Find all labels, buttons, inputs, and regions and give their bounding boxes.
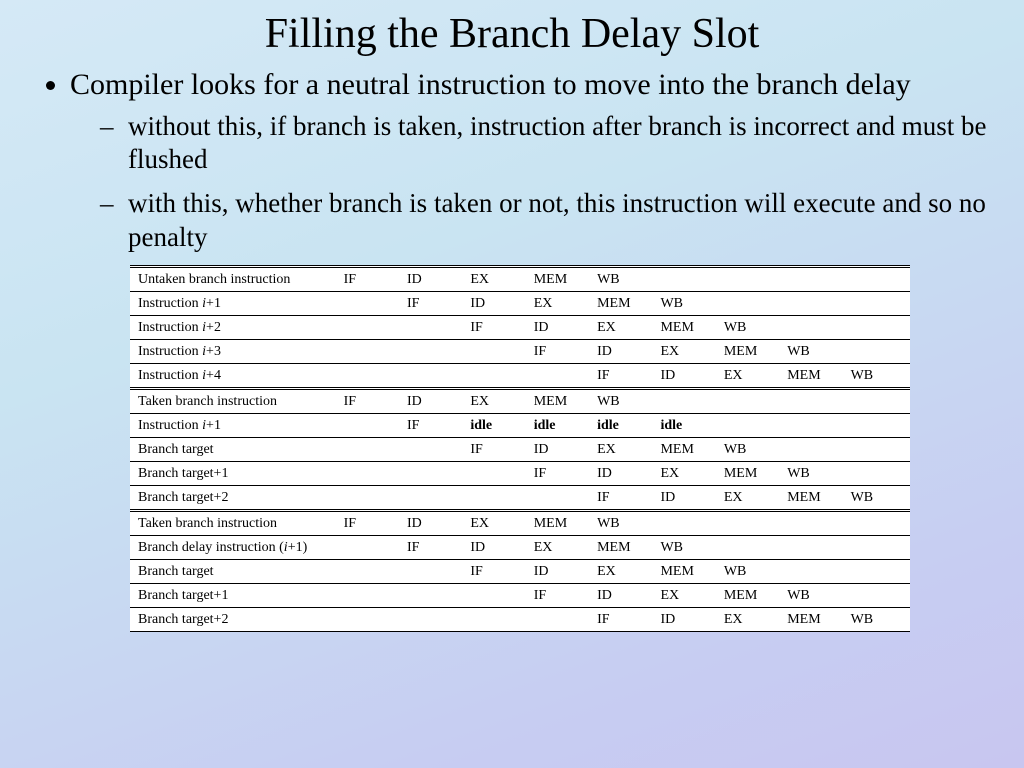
stage-cell: WB bbox=[593, 266, 656, 291]
table-row: Branch target+2 IF ID EX MEM WB bbox=[130, 607, 910, 631]
row-label: Branch target bbox=[130, 559, 340, 583]
slide-title: Filling the Branch Delay Slot bbox=[30, 10, 994, 58]
row-label: Branch delay instruction (i+1) bbox=[130, 535, 340, 559]
table-row: Branch target IF ID EX MEM WB bbox=[130, 559, 910, 583]
stage-cell: IF bbox=[340, 266, 403, 291]
row-label: Untaken branch instruction bbox=[130, 266, 340, 291]
table-row: Branch target IF ID EX MEM WB bbox=[130, 437, 910, 461]
row-label: Instruction i+4 bbox=[130, 363, 340, 388]
stage-cell: MEM bbox=[530, 266, 593, 291]
bullet-list: Compiler looks for a neutral instruction… bbox=[30, 66, 994, 255]
table-row: Branch target+1 IF ID EX MEM WB bbox=[130, 583, 910, 607]
table-row: Taken branch instruction IF ID EX MEM WB bbox=[130, 512, 910, 536]
table-taken-noslot: Taken branch instruction IF ID EX MEM WB… bbox=[130, 390, 910, 512]
row-label: Instruction i+1 bbox=[130, 413, 340, 437]
pipeline-tables: Untaken branch instruction IF ID EX MEM … bbox=[130, 265, 910, 632]
sub-bullet-1: without this, if branch is taken, instru… bbox=[100, 110, 994, 178]
row-label: Branch target+2 bbox=[130, 607, 340, 631]
row-label: Taken branch instruction bbox=[130, 390, 340, 414]
row-label: Instruction i+3 bbox=[130, 339, 340, 363]
table-row: Instruction i+1 IF idle idle idle idle bbox=[130, 413, 910, 437]
table-row: Untaken branch instruction IF ID EX MEM … bbox=[130, 266, 910, 291]
bullet-1: Compiler looks for a neutral instruction… bbox=[70, 66, 994, 255]
row-label: Instruction i+1 bbox=[130, 291, 340, 315]
table-row: Branch delay instruction (i+1) IF ID EX … bbox=[130, 535, 910, 559]
row-label: Branch target bbox=[130, 437, 340, 461]
stage-cell: EX bbox=[466, 266, 529, 291]
table-row: Instruction i+1 IF ID EX MEM WB bbox=[130, 291, 910, 315]
row-label: Branch target+2 bbox=[130, 485, 340, 510]
table-row: Branch target+1 IF ID EX MEM WB bbox=[130, 461, 910, 485]
row-label: Instruction i+2 bbox=[130, 315, 340, 339]
row-label: Taken branch instruction bbox=[130, 512, 340, 536]
table-row: Instruction i+3 IF ID EX MEM WB bbox=[130, 339, 910, 363]
table-row: Instruction i+2 IF ID EX MEM WB bbox=[130, 315, 910, 339]
stage-cell: ID bbox=[403, 266, 466, 291]
row-label: Branch target+1 bbox=[130, 583, 340, 607]
table-row: Branch target+2 IF ID EX MEM WB bbox=[130, 485, 910, 510]
table-row: Instruction i+4 IF ID EX MEM WB bbox=[130, 363, 910, 388]
row-label: Branch target+1 bbox=[130, 461, 340, 485]
table-untaken: Untaken branch instruction IF ID EX MEM … bbox=[130, 265, 910, 390]
table-row: Taken branch instruction IF ID EX MEM WB bbox=[130, 390, 910, 414]
table-taken-withslot: Taken branch instruction IF ID EX MEM WB… bbox=[130, 512, 910, 632]
bullet-1-text: Compiler looks for a neutral instruction… bbox=[70, 68, 911, 101]
sub-bullet-2: with this, whether branch is taken or no… bbox=[100, 187, 994, 255]
